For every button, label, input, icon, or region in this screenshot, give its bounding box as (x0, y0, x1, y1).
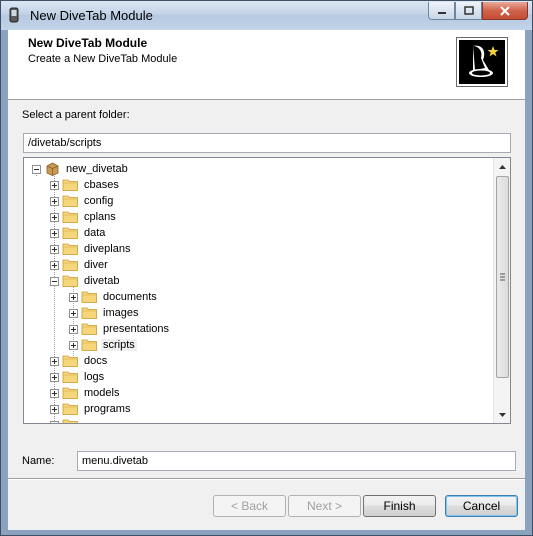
expand-icon[interactable] (50, 180, 59, 190)
folder-icon (62, 418, 79, 423)
tree-item-label: data (84, 227, 106, 239)
tree-item[interactable]: diver (50, 257, 110, 273)
expand-icon[interactable] (69, 324, 78, 334)
tree-item-label: documents (103, 291, 157, 303)
expand-icon[interactable] (69, 340, 78, 350)
tree-item-label: config (84, 195, 114, 207)
folder-icon (62, 242, 79, 256)
folder-icon (62, 274, 79, 288)
folder-icon (62, 258, 79, 272)
page-title: New DiveTab Module (28, 36, 148, 50)
tree-item-clipped[interactable] (50, 417, 82, 423)
folder-icon (62, 370, 79, 384)
expand-icon[interactable] (69, 292, 78, 302)
tree-item[interactable]: presentations (69, 321, 171, 337)
close-icon (500, 5, 510, 16)
grip-icon (500, 273, 505, 281)
tree-item-label: cbases (84, 179, 119, 191)
title-bar[interactable]: New DiveTab Module (1, 1, 532, 30)
folder-icon (81, 338, 98, 352)
minimize-button[interactable] (428, 2, 455, 20)
tree-item[interactable]: models (50, 385, 121, 401)
tree-item-label: presentations (103, 323, 170, 335)
expand-icon[interactable] (50, 372, 59, 382)
folder-icon (62, 194, 79, 208)
folder-icon (62, 210, 79, 224)
tree-item-label: diveplans (84, 243, 131, 255)
arrow-down-icon (499, 412, 506, 417)
tree-item[interactable]: docs (50, 353, 109, 369)
tree-item[interactable]: cbases (50, 177, 121, 193)
folder-icon (62, 386, 79, 400)
tree-item-label: scripts (101, 339, 137, 351)
tree-item[interactable]: documents (69, 289, 159, 305)
wizard-hat-icon (456, 37, 508, 87)
collapse-icon[interactable] (32, 164, 41, 174)
tree-item[interactable]: programs (50, 401, 132, 417)
tree-item[interactable]: config (50, 193, 115, 209)
scroll-up-button[interactable] (494, 158, 510, 175)
name-input[interactable]: menu.divetab (77, 451, 516, 471)
expand-icon[interactable] (50, 196, 59, 206)
name-label: Name: (22, 455, 55, 467)
dialog-body: New DiveTab Module Create a New DiveTab … (8, 30, 525, 530)
folder-icon (62, 226, 79, 240)
tree-item-label: divetab (84, 275, 120, 287)
tree-item-label: programs (84, 403, 131, 415)
folder-icon (81, 306, 98, 320)
scroll-down-button[interactable] (494, 406, 510, 423)
folder-icon (62, 402, 79, 416)
button-separator (8, 478, 525, 480)
expand-icon[interactable] (50, 244, 59, 254)
expand-icon[interactable] (50, 260, 59, 270)
back-button[interactable]: < Back (213, 495, 286, 517)
scrollbar-thumb[interactable] (496, 176, 509, 378)
wizard-header: New DiveTab Module Create a New DiveTab … (8, 30, 525, 100)
vertical-scrollbar[interactable] (493, 158, 510, 423)
maximize-button[interactable] (455, 2, 482, 20)
tree-item[interactable]: cplans (50, 209, 118, 225)
tree-item-label: docs (84, 355, 108, 367)
close-button[interactable] (482, 2, 528, 20)
expand-icon[interactable] (50, 228, 59, 238)
folder-icon (62, 178, 79, 192)
tree-item[interactable]: data (50, 225, 107, 241)
next-button[interactable]: Next > (288, 495, 361, 517)
tree-item-label: images (103, 307, 139, 319)
tree-root-label: new_divetab (66, 163, 128, 175)
tree-item[interactable]: logs (50, 369, 106, 385)
expand-icon[interactable] (50, 212, 59, 222)
folder-icon (81, 290, 98, 304)
maximize-icon (463, 6, 474, 15)
tree-item-label: models (84, 387, 120, 399)
tree-root[interactable]: new_divetab (32, 161, 130, 177)
tree-item-label: diver (84, 259, 108, 271)
arrow-up-icon (499, 164, 506, 169)
expand-icon[interactable] (50, 356, 59, 366)
tree-item-label: logs (84, 371, 105, 383)
tree-item[interactable]: divetab (50, 273, 121, 289)
tree-item[interactable]: images (69, 305, 140, 321)
page-subtitle: Create a New DiveTab Module (28, 53, 178, 65)
expand-icon[interactable] (50, 420, 59, 423)
app-icon (9, 7, 19, 23)
minimize-icon (437, 11, 446, 14)
parent-folder-label: Select a parent folder: (22, 109, 130, 121)
folder-icon (62, 354, 79, 368)
window-title: New DiveTab Module (30, 8, 153, 23)
collapse-icon[interactable] (50, 276, 59, 286)
tree-item-label: cplans (84, 211, 116, 223)
expand-icon[interactable] (50, 388, 59, 398)
expand-icon[interactable] (69, 308, 78, 318)
parent-folder-input[interactable]: /divetab/scripts (23, 133, 511, 153)
tree-item[interactable]: scripts (69, 337, 137, 353)
finish-button[interactable]: Finish (363, 495, 436, 517)
cancel-button[interactable]: Cancel (445, 495, 518, 517)
package-icon (44, 162, 61, 176)
dialog-window: New DiveTab Module New DiveTab Module Cr… (0, 0, 533, 536)
expand-icon[interactable] (50, 404, 59, 414)
folder-tree[interactable]: new_divetab cbases config cplans data divepl… (23, 157, 511, 424)
folder-icon (81, 322, 98, 336)
tree-item[interactable]: diveplans (50, 241, 132, 257)
